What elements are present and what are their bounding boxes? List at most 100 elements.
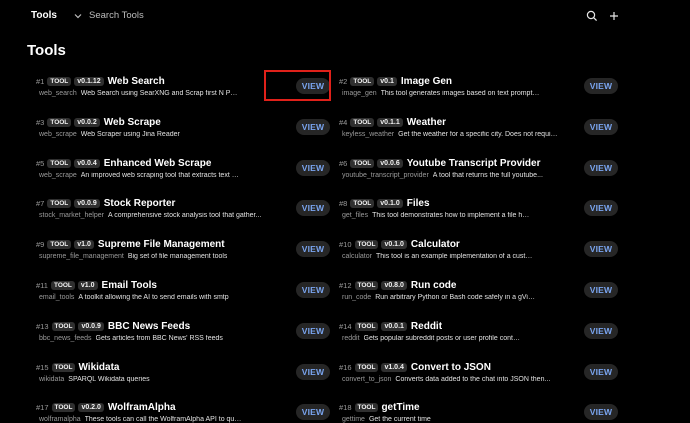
tool-subline: wolframalpha These tools can call the Wol… xyxy=(39,416,245,423)
tool-name[interactable]: Web Scrape xyxy=(104,117,161,128)
view-button[interactable]: VIEW xyxy=(584,118,618,135)
search-tools-input[interactable]: Search Tools xyxy=(89,10,144,21)
tool-name[interactable]: Image Gen xyxy=(401,76,452,87)
tool-name[interactable]: Supreme File Management xyxy=(98,239,225,250)
tool-name[interactable]: Reddit xyxy=(411,321,442,332)
tool-number: #5 xyxy=(36,158,45,168)
view-button[interactable]: VIEW xyxy=(296,159,330,176)
tool-name[interactable]: Stock Reporter xyxy=(104,198,176,209)
view-button[interactable]: VIEW xyxy=(584,200,618,217)
tool-header: #5 TOOL v0.0.4 Enhanced Web Scrape xyxy=(36,158,211,169)
tool-subline: stock_market_helper A comprehensive stock… xyxy=(39,212,261,219)
view-button[interactable]: VIEW xyxy=(584,159,618,176)
view-button[interactable]: VIEW xyxy=(584,281,618,298)
version-badge: v1.0.4 xyxy=(381,362,407,372)
tool-badge: TOOL xyxy=(354,362,379,372)
tool-description: Converts data added to the chat into JSO… xyxy=(395,375,551,383)
tool-header: #4 TOOL v0.1.1 Weather xyxy=(339,117,446,128)
view-button[interactable]: VIEW xyxy=(584,241,618,258)
tool-name[interactable]: Run code xyxy=(411,280,457,291)
tool-name[interactable]: Convert to JSON xyxy=(411,362,491,373)
tool-description: This tool is an example implementation o… xyxy=(375,253,536,261)
tool-id: web_scrape xyxy=(39,171,77,179)
view-button[interactable]: VIEW xyxy=(296,363,330,380)
tool-number: #13 xyxy=(36,321,49,331)
version-badge: v0.0.6 xyxy=(377,158,403,168)
tool-name[interactable]: Calculator xyxy=(411,239,460,250)
tool-id: stock_market_helper xyxy=(39,212,104,220)
tool-description: SPARQL Wikidata queries xyxy=(68,375,150,383)
tool-name[interactable]: BBC News Feeds xyxy=(108,321,190,332)
tool-item[interactable]: #15 TOOL Wikidata wikidata SPARQL Wikidata q… xyxy=(36,357,339,398)
view-button[interactable]: VIEW xyxy=(584,322,618,339)
tool-subline: gettime Get the current time xyxy=(342,416,431,423)
view-button[interactable]: VIEW xyxy=(296,404,330,421)
view-button[interactable]: VIEW xyxy=(584,363,618,380)
tool-item[interactable]: #14 TOOL v0.0.1 Reddit reddit Gets popular su… xyxy=(339,316,626,357)
tool-item[interactable]: #8 TOOL v0.1.0 Files get_files This tool demo… xyxy=(339,193,626,234)
tool-name[interactable]: WolframAlpha xyxy=(108,402,176,413)
tool-item[interactable]: #4 TOOL v0.1.1 Weather keyless_weather Get th… xyxy=(339,112,626,153)
tool-name[interactable]: Youtube Transcript Provider xyxy=(407,158,541,169)
tool-name[interactable]: Weather xyxy=(407,117,446,128)
tool-item[interactable]: #3 TOOL v0.0.2 Web Scrape web_scrape Web Scra… xyxy=(36,112,339,153)
tool-id: keyless_weather xyxy=(342,130,395,138)
tool-name[interactable]: Web Search xyxy=(108,76,165,87)
version-badge: v0.0.9 xyxy=(74,199,100,209)
tool-number: #16 xyxy=(339,362,352,372)
tool-subline: email_tools A toolkit allowing the AI to … xyxy=(39,294,229,301)
tool-description: This tool demonstrates how to implement … xyxy=(372,212,532,220)
tool-item[interactable]: #10 TOOL v0.1.0 Calculator calculator This to… xyxy=(339,234,626,275)
tool-subline: image_gen This tool generates images base… xyxy=(342,90,541,97)
tool-subline: web_search Web Search using SearXNG and S… xyxy=(39,90,241,97)
tool-item[interactable]: #9 TOOL v1.0 Supreme File Management supreme… xyxy=(36,234,339,275)
view-button[interactable]: VIEW xyxy=(296,281,330,298)
view-button[interactable]: VIEW xyxy=(296,118,330,135)
tool-item[interactable]: #11 TOOL v1.0 Email Tools email_tools A toolk… xyxy=(36,275,339,316)
tool-header: #7 TOOL v0.0.9 Stock Reporter xyxy=(36,198,175,209)
plus-icon[interactable] xyxy=(608,10,620,22)
tool-id: wikidata xyxy=(39,375,65,383)
tool-item[interactable]: #7 TOOL v0.0.9 Stock Reporter stock_market_h… xyxy=(36,193,339,234)
version-badge: v0.8.0 xyxy=(381,280,407,290)
tool-description: Big set of file management tools xyxy=(127,253,228,261)
tool-name[interactable]: Wikidata xyxy=(78,362,119,373)
tool-header: #18 TOOL getTime xyxy=(339,402,420,413)
tool-header: #2 TOOL v0.1 Image Gen xyxy=(339,76,452,87)
tool-number: #7 xyxy=(36,199,45,209)
tool-name[interactable]: getTime xyxy=(381,402,419,413)
tool-description: Web Search using SearXNG and Scrap first… xyxy=(80,90,241,97)
tool-number: #8 xyxy=(339,199,348,209)
tool-number: #2 xyxy=(339,77,348,86)
search-icon[interactable] xyxy=(586,10,598,22)
tool-item[interactable]: #18 TOOL getTime gettime Get the current tim… xyxy=(339,397,626,423)
tool-item[interactable]: #2 TOOL v0.1 Image Gen image_gen This tool ge… xyxy=(339,71,626,112)
chevron-down-icon[interactable] xyxy=(72,10,84,22)
view-button[interactable]: VIEW xyxy=(296,322,330,339)
view-button[interactable]: VIEW xyxy=(296,200,330,217)
tool-item[interactable]: #16 TOOL v1.0.4 Convert to JSON convert_to_j… xyxy=(339,357,626,398)
tool-name[interactable]: Enhanced Web Scrape xyxy=(104,158,212,169)
view-button[interactable]: VIEW xyxy=(296,241,330,258)
tool-description: An improved web scraping tool that extra… xyxy=(80,171,241,179)
tool-badge: TOOL xyxy=(47,199,72,209)
tool-badge: TOOL xyxy=(350,77,375,86)
tool-id: bbc_news_feeds xyxy=(39,334,92,342)
tool-description: A toolkit allowing the AI to send emails… xyxy=(78,293,229,301)
tool-item[interactable]: #5 TOOL v0.0.4 Enhanced Web Scrape web_scrap… xyxy=(36,153,339,194)
tool-name[interactable]: Email Tools xyxy=(102,280,157,291)
tool-item[interactable]: #6 TOOL v0.0.6 Youtube Transcript Provider y… xyxy=(339,153,626,194)
tool-name[interactable]: Files xyxy=(407,198,430,209)
tool-number: #17 xyxy=(36,403,49,413)
version-badge: v1.0 xyxy=(74,240,94,250)
view-button[interactable]: VIEW xyxy=(584,78,618,94)
tool-item[interactable]: #17 TOOL v0.2.0 WolframAlpha wolframalpha The… xyxy=(36,397,339,423)
tool-item[interactable]: #12 TOOL v0.8.0 Run code run_code Run arbitra… xyxy=(339,275,626,316)
tool-subline: web_scrape An improved web scraping tool … xyxy=(39,172,241,179)
view-button[interactable]: VIEW xyxy=(584,404,618,421)
tool-header: #13 TOOL v0.0.9 BBC News Feeds xyxy=(36,321,190,332)
tool-id: email_tools xyxy=(39,293,75,301)
tool-item[interactable]: #13 TOOL v0.0.9 BBC News Feeds bbc_news_feed… xyxy=(36,316,339,357)
tools-grid: #1 TOOL v0.1.12 Web Search web_search Web Sea… xyxy=(36,71,626,423)
version-badge: v0.1.0 xyxy=(377,199,403,209)
